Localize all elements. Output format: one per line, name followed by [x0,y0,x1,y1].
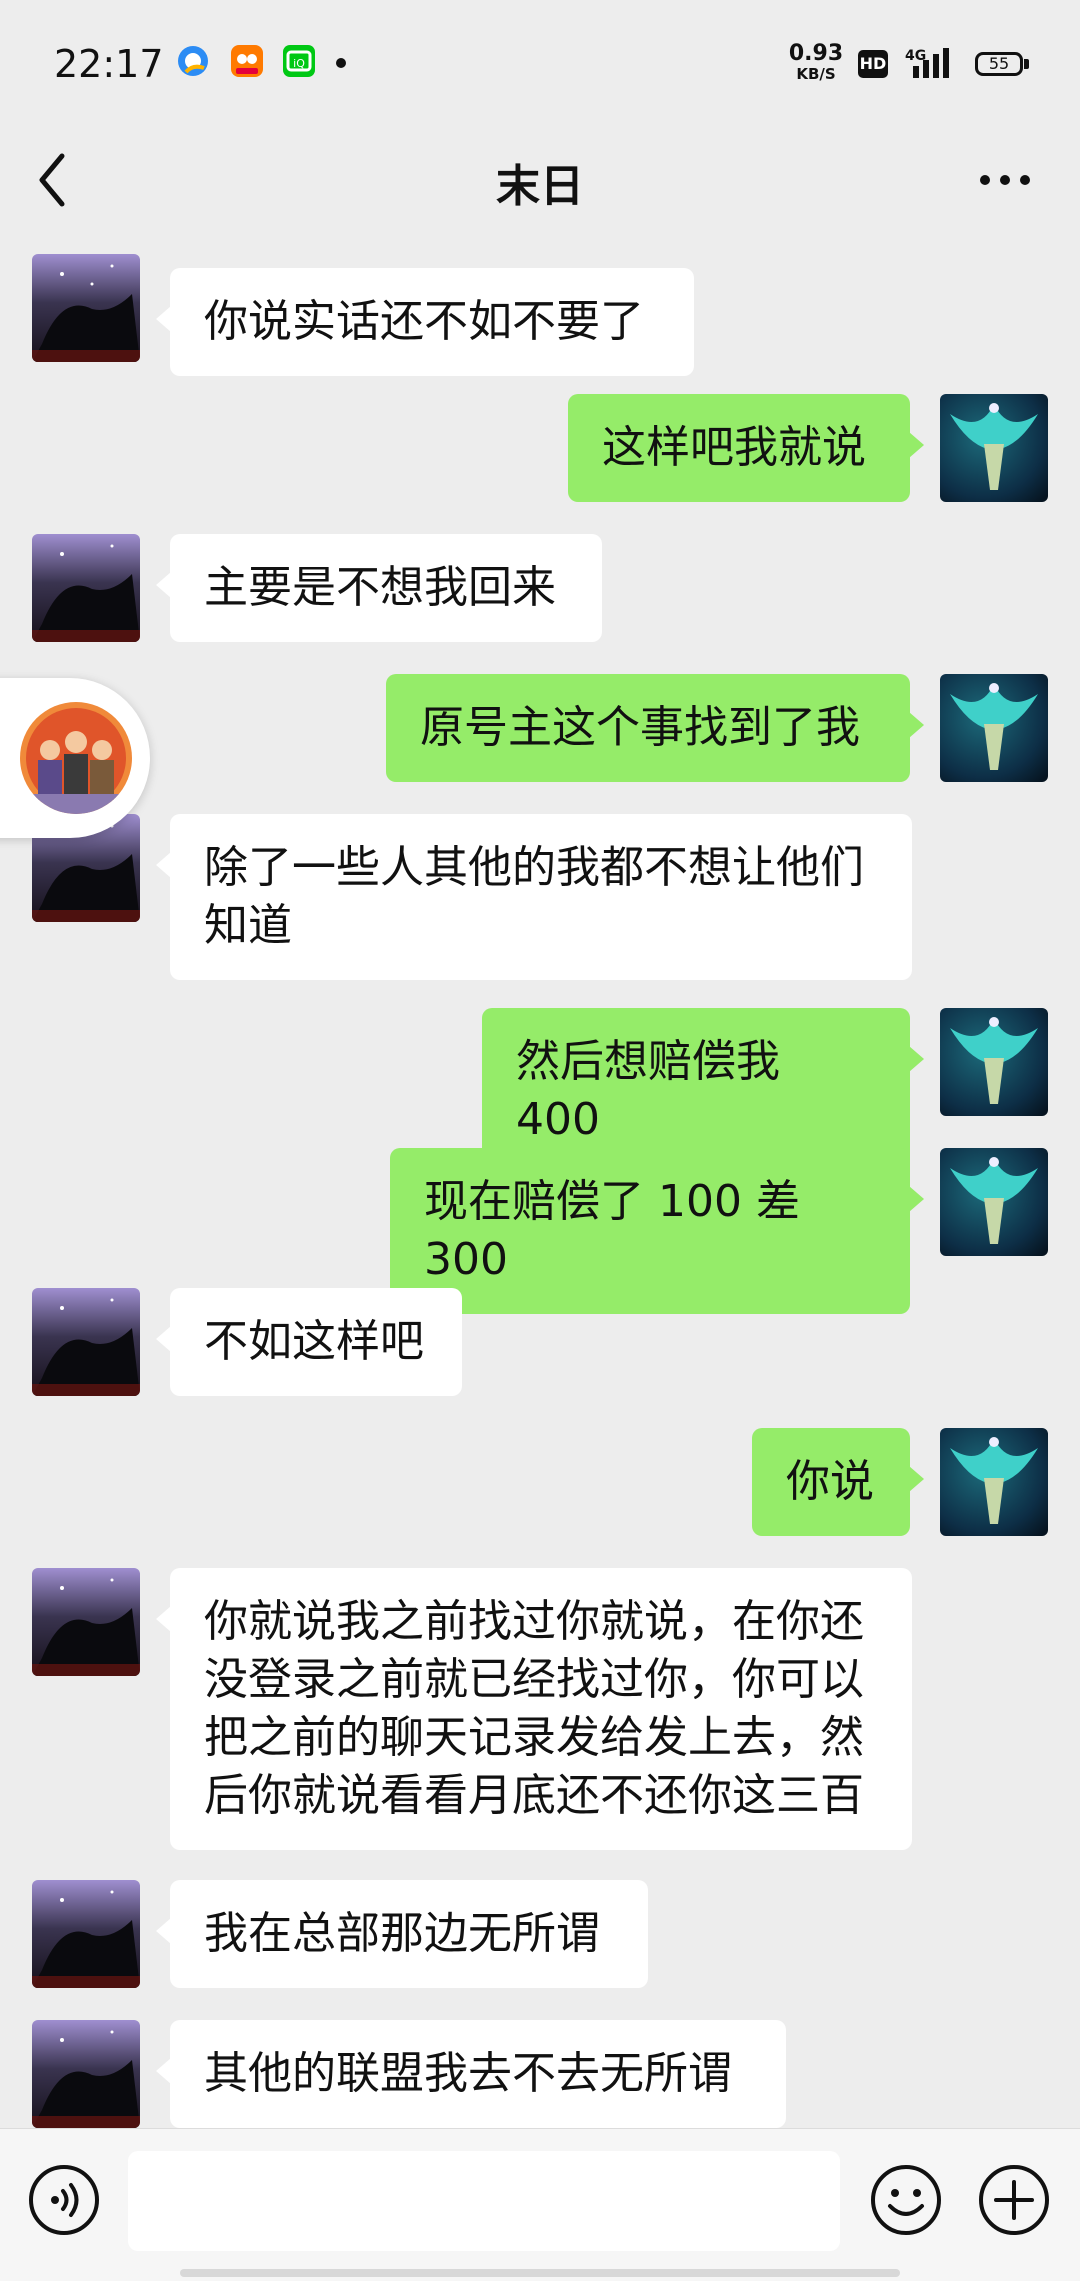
contact-avatar[interactable] [32,1880,140,1988]
message-bubble-received[interactable]: 不如这样吧 [156,1288,462,1396]
voice-button[interactable] [28,2164,100,2236]
voice-icon [29,2165,99,2235]
message-bubble-received[interactable]: 主要是不想我回来 [156,534,602,642]
contact-avatar[interactable] [32,534,140,642]
emoji-button[interactable] [870,2164,942,2236]
message-input[interactable] [128,2151,840,2251]
more-dots-icon [980,175,1030,185]
hd-icon: HD [858,50,888,78]
signal-icon: 4G [905,46,959,82]
self-avatar[interactable] [940,674,1048,782]
emoji-icon [871,2165,941,2235]
plus-circle-icon [979,2165,1049,2235]
battery-icon: 55 [975,52,1023,76]
status-bar: 22:17 iQ 0.93 KB/S HD 4G 55 [0,0,1080,130]
message-bubble-sent[interactable]: 这样吧我就说 [568,394,924,502]
input-bar [0,2128,1080,2281]
message-bubble-sent[interactable]: 原号主这个事找到了我 [386,674,924,782]
net-speed-value: 0.93 [788,41,844,66]
home-indicator [180,2269,900,2277]
message-list[interactable]: 你说实话还不如不要了 这样吧我就说 主要是不想我回来 原号主这个事找到了我 除了… [0,240,1080,2128]
battery-tip [1024,59,1029,69]
iqiyi-icon: iQ [282,44,316,78]
self-avatar[interactable] [940,394,1048,502]
qq-browser-icon [176,44,210,78]
message-bubble-received[interactable]: 其他的联盟我去不去无所谓 [156,2020,786,2128]
contact-avatar[interactable] [32,1568,140,1676]
message-bubble-received[interactable]: 你就说我之前找过你就说，在你还没登录之前就已经找过你，你可以把之前的聊天记录发给… [156,1568,912,1850]
self-avatar[interactable] [940,1008,1048,1116]
message-bubble-sent[interactable]: 现在赔偿了 100 差 300 [390,1148,924,1314]
svg-text:iQ: iQ [293,57,305,70]
add-button[interactable] [978,2164,1050,2236]
floating-avatar [20,702,132,814]
message-bubble-received[interactable]: 我在总部那边无所谓 [156,1880,648,1988]
message-bubble-sent[interactable]: 你说 [752,1428,924,1536]
message-bubble-received[interactable]: 你说实话还不如不要了 [156,268,694,376]
chat-header: 末日 [0,120,1080,240]
net-speed: 0.93 KB/S [788,41,844,84]
chat-title: 末日 [496,161,584,212]
net-speed-unit: KB/S [796,65,836,83]
status-time: 22:17 [54,42,164,86]
contact-avatar[interactable] [32,254,140,362]
self-avatar[interactable] [940,1428,1048,1536]
message-bubble-received[interactable]: 除了一些人其他的我都不想让他们知道 [156,814,912,980]
contact-avatar[interactable] [32,2020,140,2128]
self-avatar[interactable] [940,1148,1048,1256]
more-button[interactable] [975,160,1035,200]
contact-avatar[interactable] [32,1288,140,1396]
notification-dot-icon [336,58,346,68]
bilibili-icon [230,44,264,78]
